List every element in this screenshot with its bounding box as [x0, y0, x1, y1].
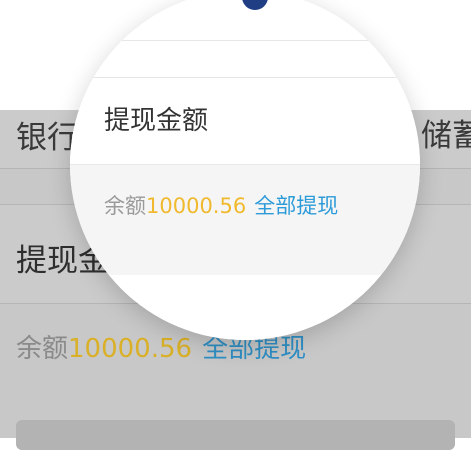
balance-label: 余额: [16, 334, 69, 364]
confirm-button[interactable]: [16, 420, 455, 450]
balance-value: 10000.56: [146, 194, 247, 218]
balance-row: 余额10000.56 全部提现: [104, 190, 338, 220]
lens-footer: [70, 275, 420, 340]
balance-label: 余额: [104, 194, 146, 218]
bank-logo-icon: [242, 0, 268, 10]
withdraw-amount-label: 提现金额: [104, 106, 209, 136]
balance-area: [70, 165, 420, 275]
magnifier-lens: 提现金额 余额10000.56 全部提现: [70, 0, 420, 340]
divider: [70, 40, 420, 41]
bank-card-type: 储蓄: [421, 118, 471, 154]
bank-label: 银行: [16, 120, 78, 156]
withdraw-all-link[interactable]: 全部提现: [254, 194, 338, 218]
